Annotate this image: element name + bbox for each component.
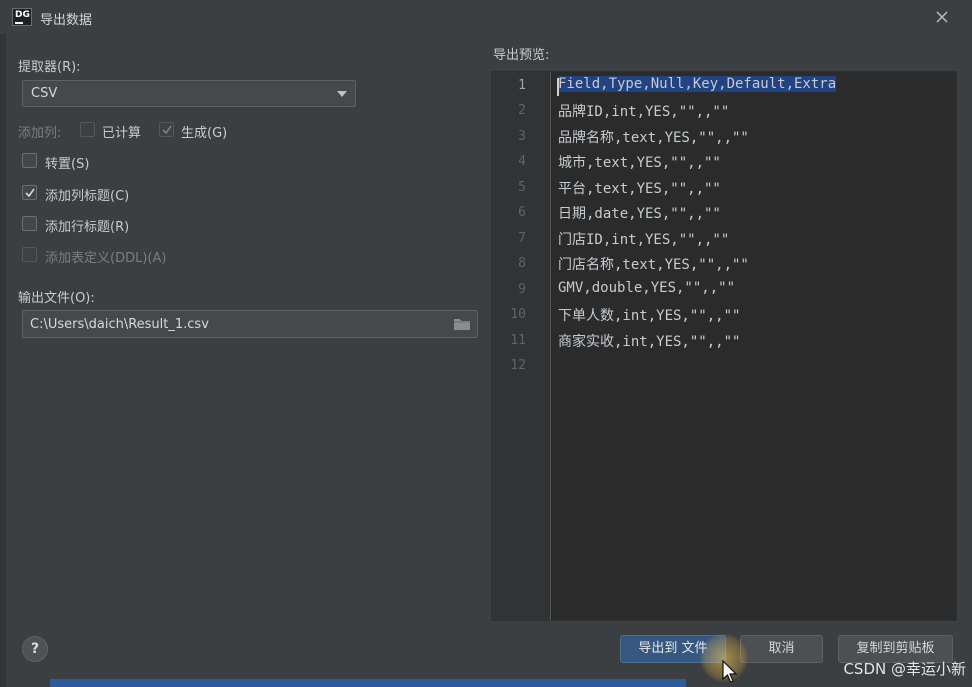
add-columns-label: 添加列: [18,126,62,141]
generated-checkbox[interactable] [159,122,174,137]
preview-line: Field,Type,Null,Key,Default,Extra [558,76,837,92]
extractor-select[interactable]: CSV [22,80,356,107]
export-data-dialog: DG 导出数据 提取器(R): CSV 添加列: 已计算 生成(G) 转置(S)… [0,0,972,687]
preview-line: 品牌名称,text,YES,"",,"" [558,130,749,146]
add-row-header-label: 添加行标题(R) [45,220,130,235]
line-number: 11 [510,333,526,348]
generated-label: 生成(G) [181,126,228,141]
transpose-label: 转置(S) [45,157,90,172]
preview-line: 门店ID,int,YES,"",,"" [558,232,730,248]
preview-line: 门店名称,text,YES,"",,"" [558,257,749,273]
line-number: 7 [518,231,526,246]
transpose-checkbox[interactable] [22,153,37,168]
checkmark-icon [25,188,35,198]
line-number-gutter: 1 2 3 4 5 6 7 8 9 10 11 12 [492,72,551,620]
app-logo-text: DG [15,10,30,20]
add-column-header-checkbox[interactable] [22,185,37,200]
export-preview-editor[interactable]: 1 2 3 4 5 6 7 8 9 10 11 12 Field,Type,Nu… [491,71,957,621]
extractor-value: CSV [31,86,58,101]
background-window-strip [50,679,686,687]
line-number: 9 [518,282,526,297]
computed-label: 已计算 [102,126,142,141]
preview-line: 平台,text,YES,"",,"" [558,181,721,197]
line-number: 6 [518,205,526,220]
output-file-input[interactable]: C:\Users\daich\Result_1.csv [22,310,478,338]
line-number: 8 [518,256,526,271]
cancel-button[interactable]: 取消 [740,635,823,663]
line-number: 10 [510,307,526,322]
preview-line: 商家实收,int,YES,"",,"" [558,334,741,350]
line-number: 3 [518,129,526,144]
line-number: 12 [510,358,526,373]
chevron-down-icon [337,91,347,97]
preview-label: 导出预览: [493,48,550,63]
close-button[interactable] [934,9,950,25]
add-table-ddl-checkbox[interactable] [22,247,37,262]
extractor-label: 提取器(R): [18,60,81,75]
title-bar: DG 导出数据 [0,0,972,34]
close-icon [936,11,948,23]
preview-line: 下单人数,int,YES,"",,"" [558,308,741,324]
line-number: 1 [518,78,526,93]
watermark: CSDN @幸运小新 [843,660,966,678]
add-row-header-checkbox[interactable] [22,216,37,231]
output-file-path: C:\Users\daich\Result_1.csv [30,317,209,332]
left-edge [0,34,6,687]
help-button[interactable]: ? [22,636,48,662]
add-column-header-label: 添加列标题(C) [45,189,130,204]
preview-line: 品牌ID,int,YES,"",,"" [558,104,730,120]
mouse-pointer-icon [722,660,738,683]
line-number: 2 [518,103,526,118]
checkmark-icon [162,125,172,135]
add-table-ddl-label: 添加表定义(DDL)(A) [45,251,167,266]
line-number: 5 [518,180,526,195]
output-file-label: 输出文件(O): [18,291,95,306]
app-logo-icon: DG [12,8,32,26]
preview-line: 日期,date,YES,"",,"" [558,206,721,222]
preview-line: 城市,text,YES,"",,"" [558,155,721,171]
dialog-title: 导出数据 [40,13,93,28]
computed-checkbox[interactable] [80,122,95,137]
folder-icon[interactable] [453,317,471,331]
text-cursor [557,78,559,96]
line-number: 4 [518,154,526,169]
preview-line: GMV,double,YES,"",,"" [558,280,736,296]
